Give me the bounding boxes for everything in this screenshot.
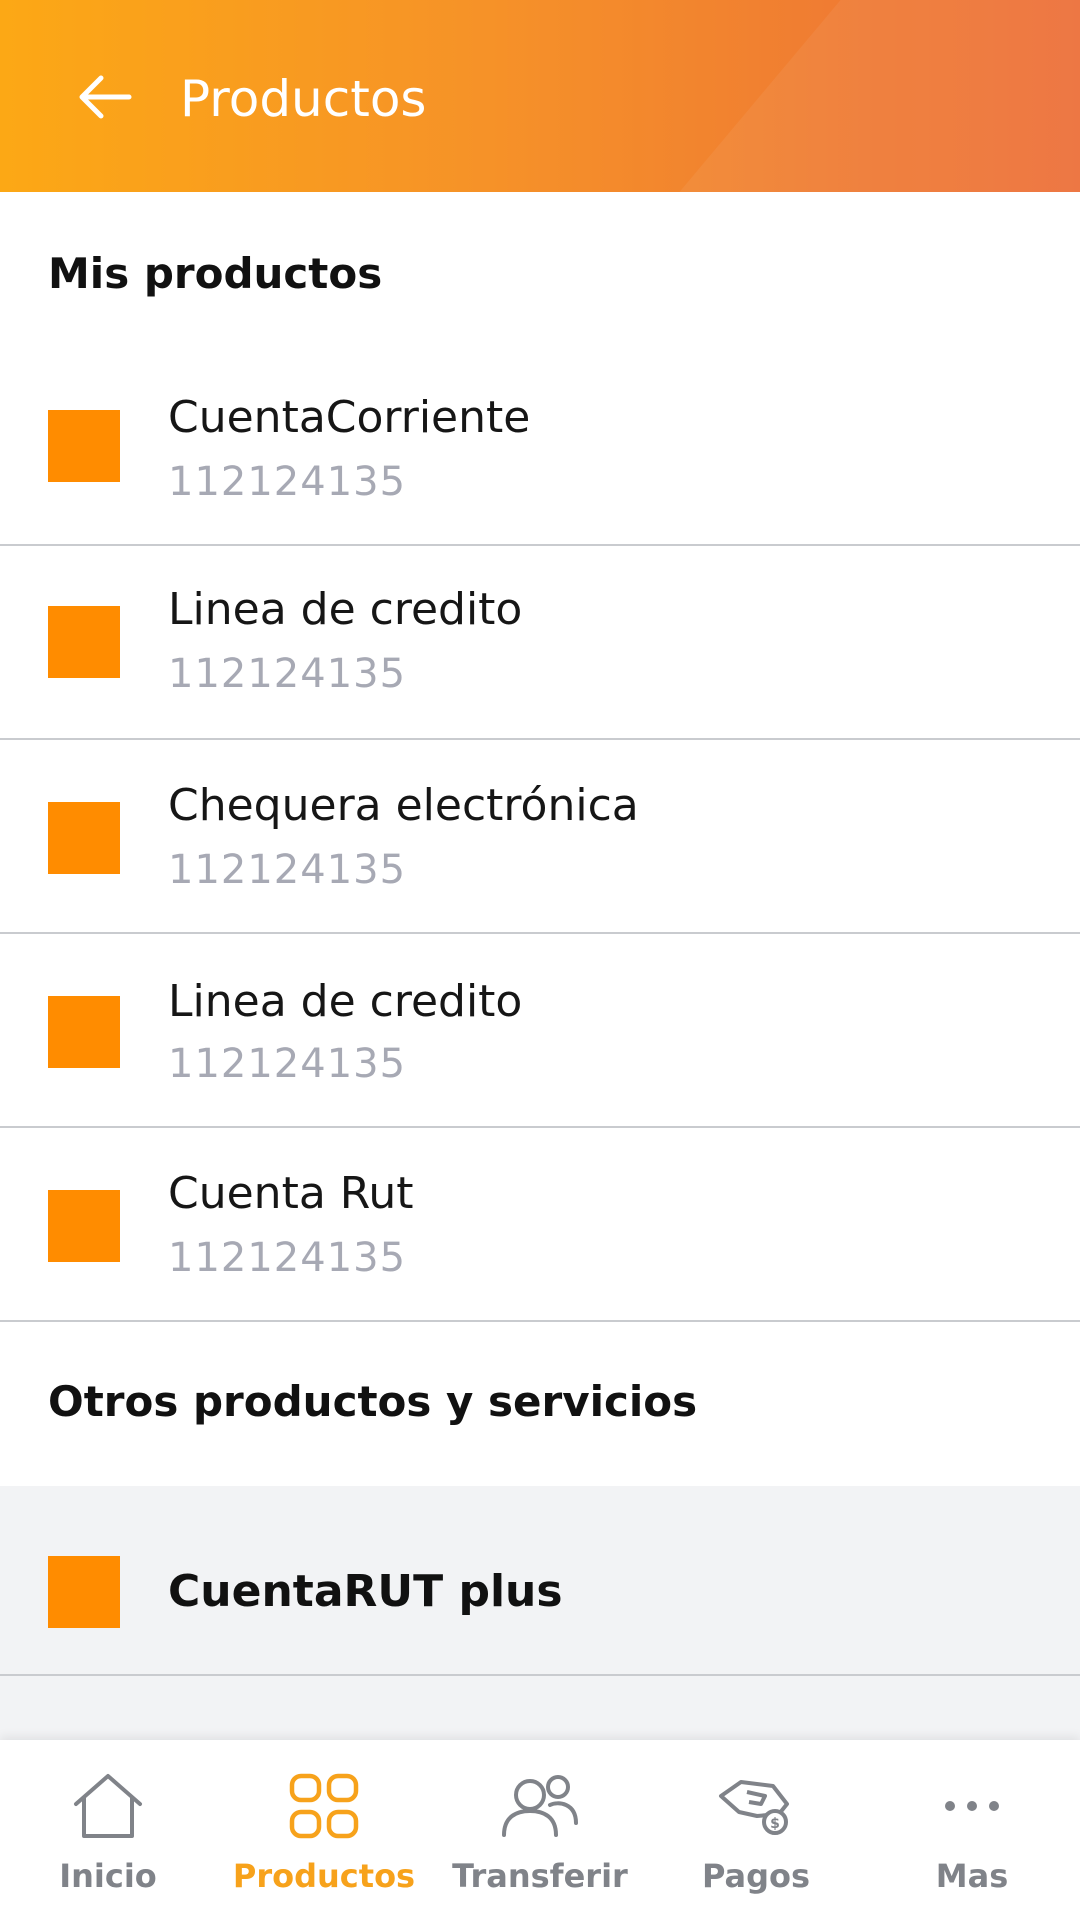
product-icon bbox=[48, 606, 120, 678]
svg-text:$: $ bbox=[770, 1816, 780, 1832]
nav-label: Productos bbox=[232, 1857, 416, 1895]
product-number: 112124135 bbox=[168, 847, 407, 893]
nav-label: Mas bbox=[935, 1857, 1009, 1895]
arrow-left-icon bbox=[79, 75, 132, 119]
nav-label: Inicio bbox=[59, 1857, 157, 1895]
product-item[interactable]: Chequera electrónica 112124135 bbox=[0, 740, 1080, 934]
home-icon bbox=[74, 1774, 142, 1838]
back-button[interactable] bbox=[70, 62, 140, 132]
nav-item-inicio[interactable]: Inicio bbox=[0, 1740, 216, 1920]
other-product-name: CuentaRUT plus bbox=[168, 1566, 563, 1617]
list-background bbox=[0, 1676, 1080, 1740]
product-number: 112124135 bbox=[168, 459, 407, 505]
users-icon bbox=[502, 1775, 578, 1837]
section-title-other-products: Otros productos y servicios bbox=[48, 1377, 698, 1426]
product-item[interactable]: Cuenta Rut 112124135 bbox=[0, 1128, 1080, 1322]
product-icon bbox=[48, 1556, 120, 1628]
more-dots-icon bbox=[945, 1801, 999, 1811]
payment-hand-icon: $ bbox=[719, 1780, 789, 1835]
nav-item-transferir[interactable]: Transferir bbox=[432, 1740, 648, 1920]
product-number: 112124135 bbox=[168, 651, 407, 697]
product-number: 112124135 bbox=[168, 1041, 407, 1087]
product-name: Linea de credito bbox=[168, 584, 523, 635]
product-item[interactable]: Linea de credito 112124135 bbox=[0, 934, 1080, 1128]
bottom-navigation: Inicio Productos Transferir $ Pagos Mas bbox=[0, 1740, 1080, 1920]
page-title: Productos bbox=[180, 70, 427, 128]
product-icon bbox=[48, 802, 120, 874]
nav-item-mas[interactable]: Mas bbox=[864, 1740, 1080, 1920]
product-icon bbox=[48, 996, 120, 1068]
header-decoration bbox=[679, 0, 1080, 192]
product-name: Chequera electrónica bbox=[168, 780, 639, 831]
product-item[interactable]: CuentaCorriente 112124135 bbox=[0, 352, 1080, 546]
product-name: Cuenta Rut bbox=[168, 1168, 414, 1219]
section-title-my-products: Mis productos bbox=[48, 249, 383, 298]
nav-item-productos[interactable]: Productos bbox=[216, 1740, 432, 1920]
product-item[interactable]: Linea de credito 112124135 bbox=[0, 546, 1080, 740]
nav-item-pagos[interactable]: $ Pagos bbox=[648, 1740, 864, 1920]
nav-label: Transferir bbox=[452, 1857, 628, 1895]
grid-icon bbox=[289, 1773, 359, 1839]
product-number: 112124135 bbox=[168, 1235, 407, 1281]
product-name: Linea de credito bbox=[168, 976, 523, 1027]
other-product-item[interactable]: CuentaRUT plus bbox=[0, 1486, 1080, 1676]
app-header: Productos bbox=[0, 0, 1080, 192]
product-icon bbox=[48, 410, 120, 482]
nav-label: Pagos bbox=[701, 1857, 811, 1895]
product-name: CuentaCorriente bbox=[168, 392, 531, 443]
product-icon bbox=[48, 1190, 120, 1262]
